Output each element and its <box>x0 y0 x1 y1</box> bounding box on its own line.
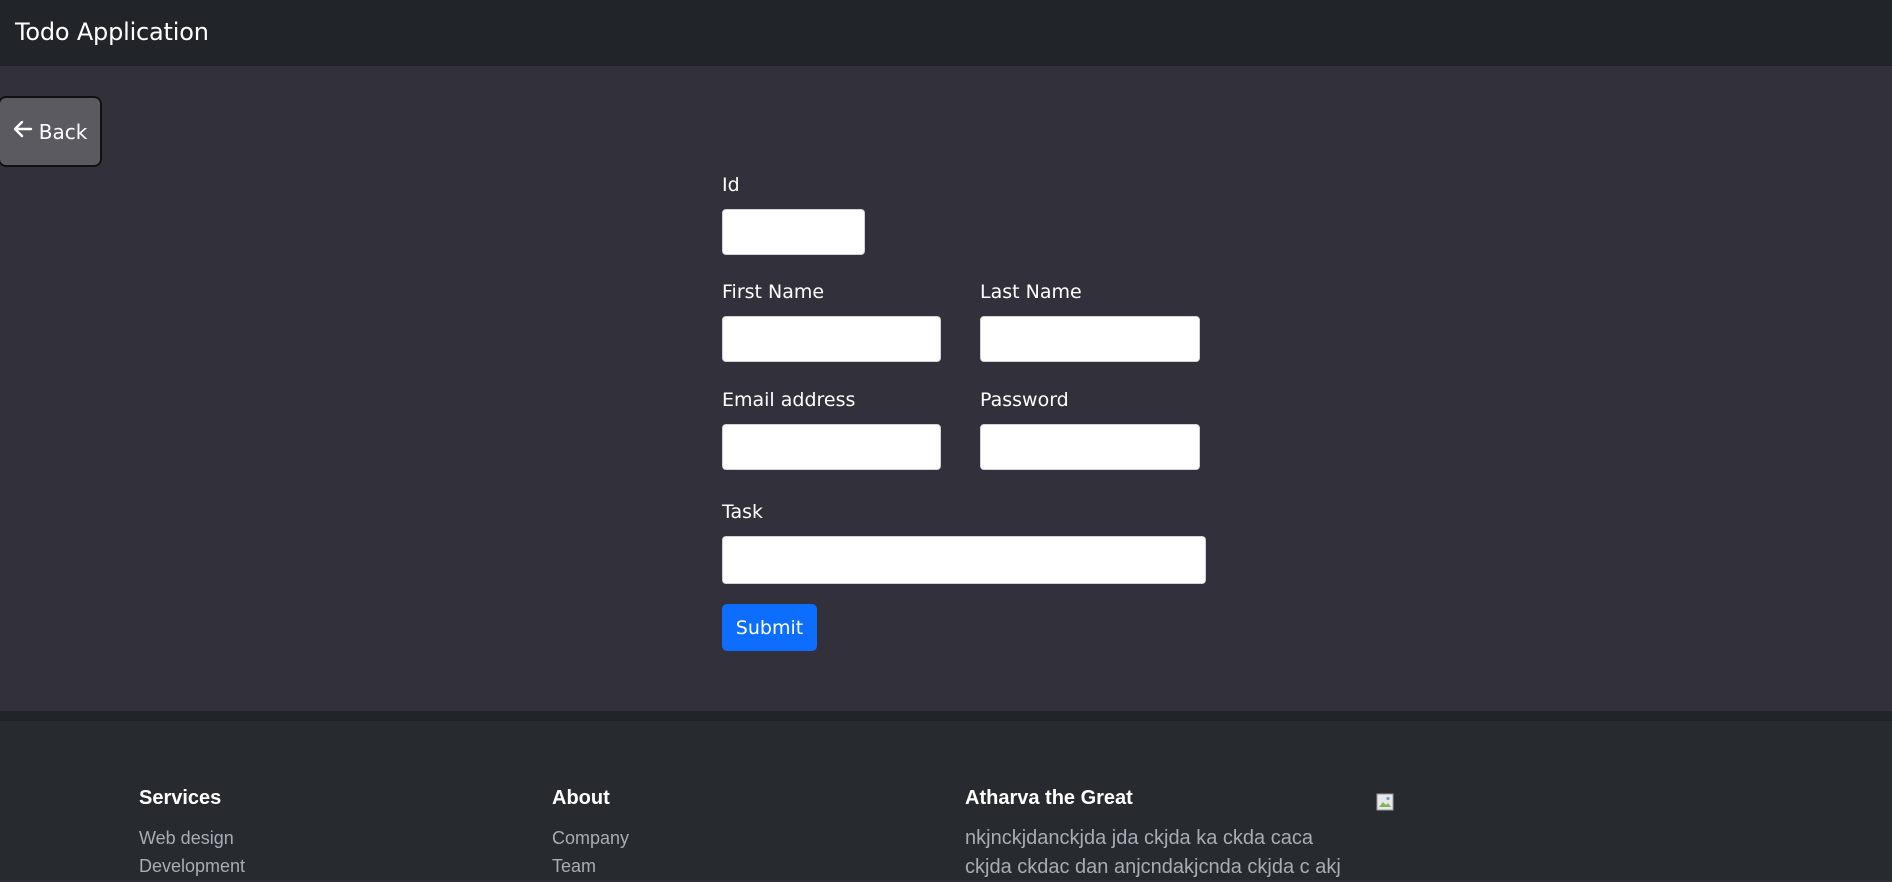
footer-link-development[interactable]: Development <box>139 852 245 880</box>
task-label: Task <box>722 501 764 523</box>
last-name-input[interactable] <box>980 316 1200 362</box>
footer-link-web-design[interactable]: Web design <box>139 824 245 852</box>
footer-brand-heading: Atharva the Great <box>965 787 1133 809</box>
footer-brand: Atharva the Great nkjnckjdanckjda jda ck… <box>965 786 1345 882</box>
footer: Services Web design Development About Co… <box>0 721 1892 881</box>
footer-about: About Company Team <box>552 786 629 880</box>
navbar: Todo Application <box>0 0 1892 66</box>
password-label: Password <box>980 389 1069 411</box>
password-input[interactable] <box>980 424 1200 470</box>
id-input[interactable] <box>722 209 865 255</box>
footer-services: Services Web design Development <box>139 786 245 880</box>
footer-brand-text: nkjnckjdanckjda jda ckjda ka ckda caca c… <box>965 827 1341 878</box>
back-button[interactable]: Back <box>0 96 102 167</box>
email-input[interactable] <box>722 424 941 470</box>
submit-button[interactable]: Submit <box>722 604 817 651</box>
footer-divider <box>0 711 1892 721</box>
footer-about-heading: About <box>552 787 610 809</box>
footer-services-heading: Services <box>139 787 222 809</box>
email-label: Email address <box>722 389 856 411</box>
app-title[interactable]: Todo Application <box>15 16 209 48</box>
task-input[interactable] <box>722 536 1206 584</box>
id-label: Id <box>722 174 740 196</box>
back-button-label: Back <box>38 119 88 144</box>
broken-image-icon <box>1376 793 1396 813</box>
first-name-label: First Name <box>722 281 825 303</box>
last-name-label: Last Name <box>980 281 1082 303</box>
footer-link-company[interactable]: Company <box>552 824 629 852</box>
footer-link-team[interactable]: Team <box>552 852 629 880</box>
arrow-left-icon <box>13 120 33 143</box>
first-name-input[interactable] <box>722 316 941 362</box>
